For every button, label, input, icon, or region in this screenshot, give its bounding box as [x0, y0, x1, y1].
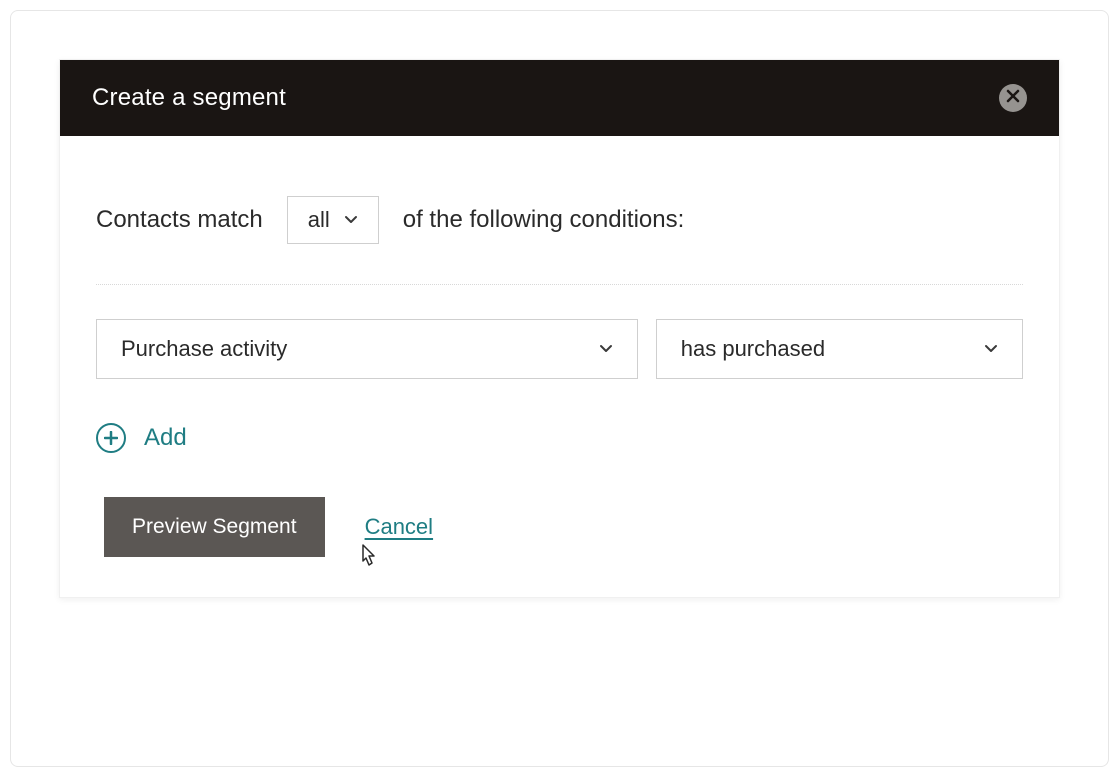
- preview-segment-label: Preview Segment: [132, 515, 297, 538]
- modal-body: Contacts match all of the following cond…: [60, 136, 1059, 597]
- actions-row: Preview Segment Cancel: [96, 497, 1023, 557]
- chevron-down-icon: [344, 213, 358, 227]
- cursor-pointer-icon: [356, 543, 380, 576]
- condition-row: Purchase activity has purchased: [96, 319, 1023, 379]
- match-row: Contacts match all of the following cond…: [96, 196, 1023, 244]
- create-segment-modal: Create a segment Contacts match all: [59, 59, 1060, 598]
- match-mode-select[interactable]: all: [287, 196, 379, 244]
- preview-segment-button[interactable]: Preview Segment: [104, 497, 325, 557]
- close-button[interactable]: [999, 84, 1027, 112]
- condition-field-value: Purchase activity: [121, 336, 287, 362]
- condition-operator-select[interactable]: has purchased: [656, 319, 1023, 379]
- match-prefix-text: Contacts match: [96, 206, 263, 234]
- match-mode-value: all: [308, 207, 330, 233]
- cancel-link[interactable]: Cancel: [365, 514, 433, 540]
- chevron-down-icon: [984, 342, 998, 356]
- divider: [96, 284, 1023, 285]
- plus-circle-icon: [96, 423, 126, 453]
- close-icon: [1006, 89, 1020, 108]
- match-suffix-text: of the following conditions:: [403, 206, 685, 234]
- add-label: Add: [144, 424, 187, 452]
- chevron-down-icon: [599, 342, 613, 356]
- condition-operator-value: has purchased: [681, 336, 825, 362]
- condition-field-select[interactable]: Purchase activity: [96, 319, 638, 379]
- outer-frame: Create a segment Contacts match all: [10, 10, 1109, 767]
- modal-header: Create a segment: [60, 60, 1059, 136]
- modal-title: Create a segment: [92, 84, 286, 112]
- add-condition-button[interactable]: Add: [96, 423, 187, 453]
